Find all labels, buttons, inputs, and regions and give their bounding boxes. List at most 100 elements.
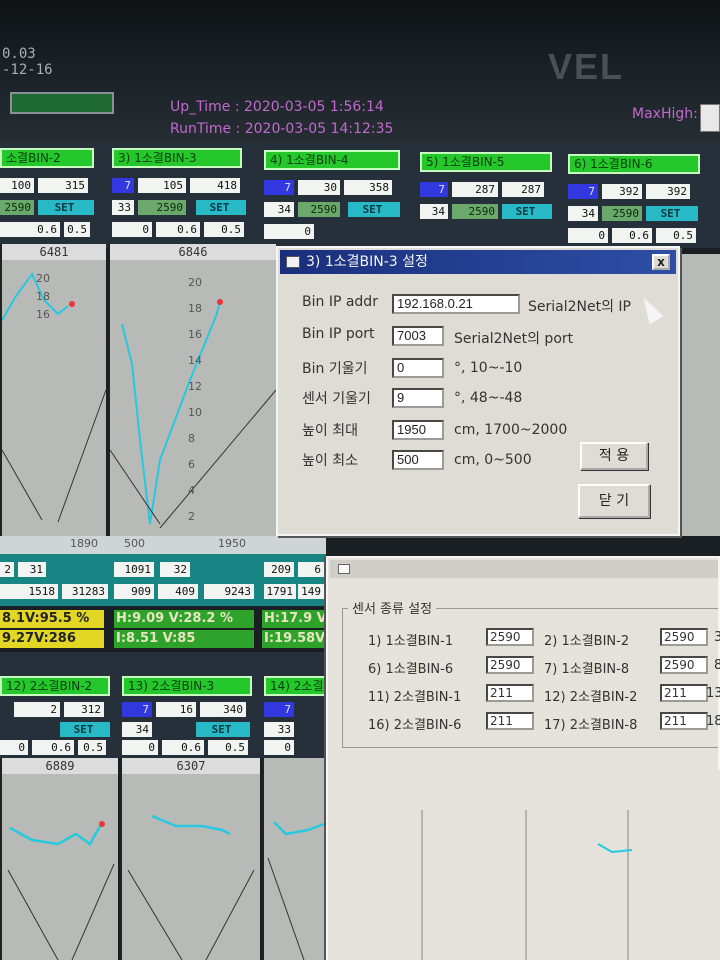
ip-port-label: Bin IP port bbox=[302, 326, 375, 342]
bin-cell: 0 bbox=[112, 222, 152, 237]
sensor-type-field[interactable]: 2590 bbox=[660, 656, 708, 674]
bin-cell: 0.5 bbox=[64, 222, 90, 237]
bin-cell: 312 bbox=[64, 702, 104, 717]
bin-cell: 0 bbox=[122, 740, 158, 755]
bin-title-1-4[interactable]: 4) 1소결BIN-4 bbox=[264, 150, 400, 170]
value-cell: 909 bbox=[114, 584, 154, 599]
bin-cell: 7 bbox=[420, 182, 448, 197]
close-icon[interactable]: x bbox=[652, 254, 670, 270]
bin-cell: 2590 bbox=[0, 200, 34, 215]
level-chart bbox=[7, 821, 115, 960]
sensor-type-field[interactable]: 2590 bbox=[486, 656, 534, 674]
sensor-label: 1) 1소결BIN-1 bbox=[368, 634, 454, 649]
bin-title-1-5[interactable]: 5) 1소결BIN-5 bbox=[420, 152, 552, 172]
apply-button[interactable]: 적 용 bbox=[580, 442, 648, 470]
sensor-label: 16) 2소결BIN-6 bbox=[368, 718, 462, 733]
value-cell: 409 bbox=[158, 584, 198, 599]
sensor-type-field[interactable]: 211 bbox=[660, 712, 708, 730]
ip-port-field[interactable]: 7003 bbox=[392, 326, 444, 346]
bin-cell: 0 bbox=[0, 740, 28, 755]
bin-cell: 7 bbox=[112, 178, 134, 193]
sensor-tilt-field[interactable]: 9 bbox=[392, 388, 444, 408]
set-button[interactable]: SET bbox=[646, 206, 698, 221]
window-titlebar[interactable] bbox=[330, 560, 718, 578]
status-indicator bbox=[10, 92, 114, 114]
bin-cell: 358 bbox=[344, 180, 392, 195]
bin-cell: 0 bbox=[264, 224, 314, 239]
bin-status-strip-bottom: 12) 2소결BIN-2 2 312 SET 0 0.6 0.5 13) 2소결… bbox=[0, 652, 326, 758]
bin-cell: 0.6 bbox=[0, 222, 60, 237]
set-button[interactable]: SET bbox=[196, 200, 246, 215]
bin-chart-panel: 6481 20 18 16 bbox=[0, 244, 107, 536]
sensor-label: 7) 1소결BIN-8 bbox=[544, 662, 630, 677]
date-line-2: -12-16 bbox=[2, 62, 53, 78]
bin-title-1-3[interactable]: 3) 1소결BIN-3 bbox=[112, 148, 242, 168]
height-readout: 8.1V:95.5 % bbox=[0, 610, 104, 628]
bin-cell: 2590 bbox=[298, 202, 340, 217]
sensor-type-field[interactable]: 2590 bbox=[660, 628, 708, 646]
height-min-field[interactable]: 500 bbox=[392, 450, 444, 470]
bin-title-1-2[interactable]: 소결BIN-2 bbox=[0, 148, 94, 168]
set-button[interactable]: SET bbox=[60, 722, 110, 737]
maxhigh-label: MaxHigh: bbox=[632, 106, 698, 122]
height-max-hint: cm, 1700~2000 bbox=[454, 422, 568, 438]
value-cell: 1091 bbox=[114, 562, 154, 577]
sensor-label: 6) 1소결BIN-6 bbox=[368, 662, 454, 677]
dialog-titlebar[interactable]: 3) 1소결BIN-3 설정 x bbox=[280, 250, 676, 274]
sensor-tilt-hint: °, 48~-48 bbox=[454, 390, 523, 406]
bin-chart-panel bbox=[680, 254, 720, 536]
current-readout: 9.27V:286 bbox=[0, 630, 104, 648]
height-readout: H:17.9 V bbox=[262, 610, 326, 628]
bin-title-2-2[interactable]: 12) 2소결BIN-2 bbox=[0, 676, 110, 696]
range-value: 500 bbox=[124, 537, 145, 550]
bin-cell: 7 bbox=[264, 702, 294, 717]
window-menu-icon[interactable] bbox=[286, 256, 300, 268]
value-cell: 31283 bbox=[62, 584, 108, 599]
height-min-hint: cm, 0~500 bbox=[454, 452, 532, 468]
up-time-label: Up_Time : bbox=[170, 99, 240, 115]
sensor-label: 17) 2소결BIN-8 bbox=[544, 718, 638, 733]
value-cell: 6 bbox=[298, 562, 324, 577]
sensor-label: 2) 1소결BIN-2 bbox=[544, 634, 630, 649]
bin-cell: 16 bbox=[156, 702, 196, 717]
y-axis-ticks: 20 18 16 bbox=[36, 272, 50, 321]
bin-values-band: 2 31 1518 31283 1091 32 909 409 9243 209… bbox=[0, 554, 326, 606]
bin-cell: 0.6 bbox=[156, 222, 200, 237]
bin-level-readout: 6307 bbox=[122, 758, 260, 774]
height-max-label: 높이 최대 bbox=[302, 423, 358, 439]
bin-chart-panel: 6889 bbox=[0, 758, 118, 960]
bin-title-1-6[interactable]: 6) 1소결BIN-6 bbox=[568, 154, 700, 174]
sensor-type-field[interactable]: 211 bbox=[486, 712, 534, 730]
set-button[interactable]: SET bbox=[196, 722, 250, 737]
bin-cell: 33 bbox=[264, 722, 294, 737]
window-menu-icon[interactable] bbox=[338, 564, 350, 574]
run-time-label: RunTime : bbox=[170, 121, 241, 137]
bin-level-readout: 6889 bbox=[2, 758, 118, 774]
bin-status-strip-top: 소결BIN-2 100 315 2590 SET 0.6 0.5 3) 1소결B… bbox=[0, 142, 720, 248]
sensor-type-field[interactable]: 211 bbox=[660, 684, 708, 702]
maxhigh-field[interactable] bbox=[700, 104, 720, 132]
sensor-type-field[interactable]: 211 bbox=[486, 684, 534, 702]
value-cell: 9243 bbox=[204, 584, 254, 599]
header-bar: 0.03 -12-16 VEL Up_Time : 2020-03-05 1:5… bbox=[0, 0, 720, 142]
set-button[interactable]: SET bbox=[502, 204, 552, 219]
value-cell: 1518 bbox=[0, 584, 58, 599]
bin-title-2-4[interactable]: 14) 2소결 bbox=[264, 676, 326, 696]
bin-cell: 33 bbox=[112, 200, 134, 215]
bin-cell: 287 bbox=[452, 182, 498, 197]
bin-cell: 100 bbox=[0, 178, 34, 193]
value-cell: 209 bbox=[264, 562, 294, 577]
sensor-type-field[interactable]: 2590 bbox=[486, 628, 534, 646]
bin-tilt-field[interactable]: 0 bbox=[392, 358, 444, 378]
close-button[interactable]: 닫 기 bbox=[578, 484, 650, 518]
value-cell: 1791 bbox=[264, 584, 296, 599]
bin-cell: 392 bbox=[646, 184, 690, 199]
bin-cell: 0.6 bbox=[32, 740, 74, 755]
bin-cell: 2590 bbox=[602, 206, 642, 221]
bin-cell: 418 bbox=[190, 178, 240, 193]
bin-title-2-3[interactable]: 13) 2소결BIN-3 bbox=[122, 676, 252, 696]
set-button[interactable]: SET bbox=[38, 200, 94, 215]
ip-addr-field[interactable]: 192.168.0.21 bbox=[392, 294, 520, 314]
height-max-field[interactable]: 1950 bbox=[392, 420, 444, 440]
set-button[interactable]: SET bbox=[348, 202, 400, 217]
